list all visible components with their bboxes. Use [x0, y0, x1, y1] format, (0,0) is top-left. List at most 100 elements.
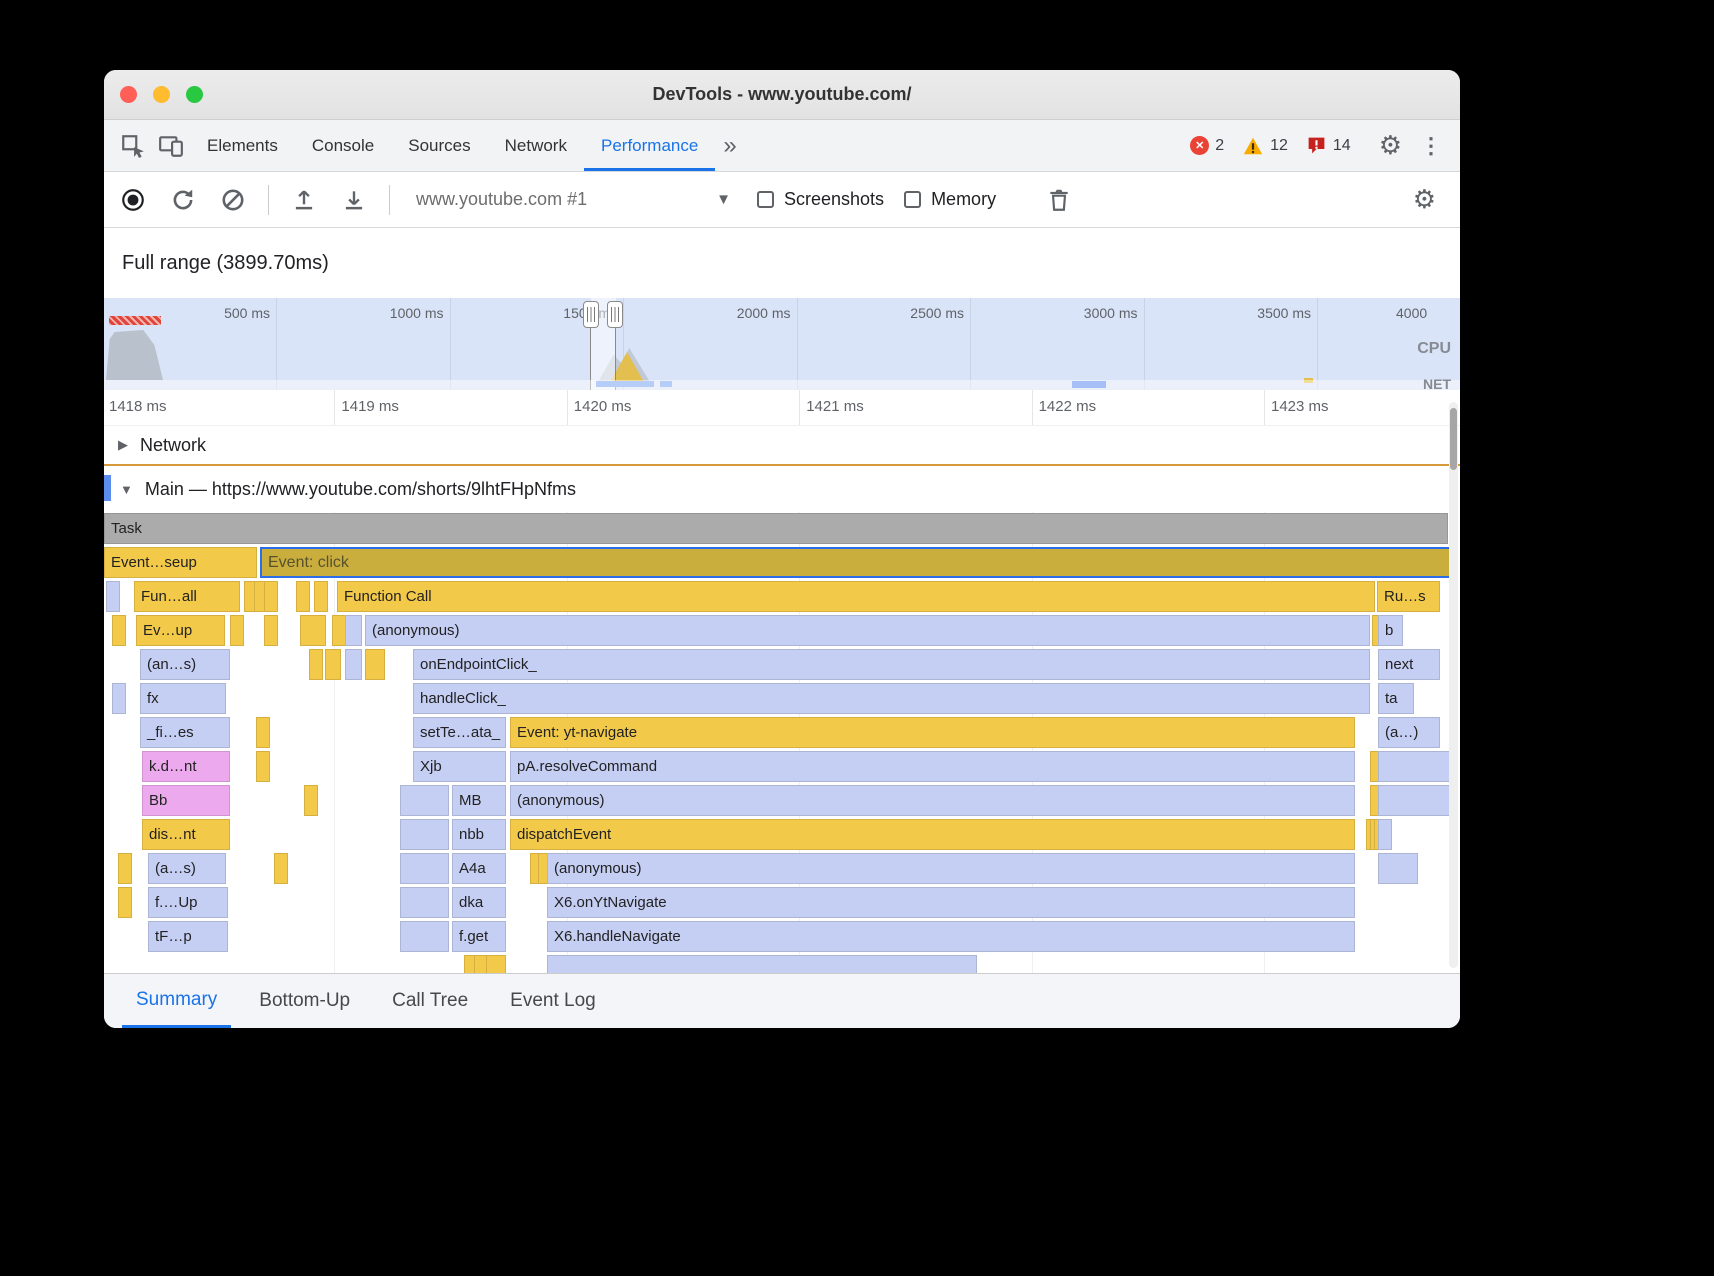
flame-bar[interactable]	[1378, 819, 1392, 850]
flame-bar-pa-resolvecommand[interactable]: pA.resolveCommand	[510, 751, 1355, 782]
save-profile-icon[interactable]	[339, 185, 369, 215]
flame-bar-sette-ata-[interactable]: setTe…ata_	[413, 717, 506, 748]
flame-bar[interactable]	[400, 887, 449, 918]
minimize-window-button[interactable]	[153, 86, 170, 103]
flame-bar-ta[interactable]: ta	[1378, 683, 1414, 714]
close-window-button[interactable]	[120, 86, 137, 103]
flame-bar-xjb[interactable]: Xjb	[413, 751, 506, 782]
flame-bar-x6-onytnavigate[interactable]: X6.onYtNavigate	[547, 887, 1355, 918]
flame-bar-a4a[interactable]: A4a	[452, 853, 506, 884]
flame-bar-function-call[interactable]: Function Call	[337, 581, 1375, 612]
flame-bar--a-s-[interactable]: (a…s)	[148, 853, 226, 884]
selection-right-handle[interactable]	[607, 301, 623, 328]
flame-bar--anonymous-[interactable]: (anonymous)	[547, 853, 1355, 884]
flame-bar[interactable]	[1378, 853, 1418, 884]
flame-bar-onendpointclick-[interactable]: onEndpointClick_	[413, 649, 1370, 680]
flame-bar[interactable]	[256, 751, 270, 782]
flame-bar[interactable]	[345, 615, 362, 646]
flame-bar[interactable]	[332, 615, 346, 646]
flame-bar-ru-s[interactable]: Ru…s	[1377, 581, 1440, 612]
flame-bar-dis-nt[interactable]: dis…nt	[142, 819, 230, 850]
profile-history-select[interactable]: www.youtube.com #1 ▼	[410, 189, 737, 210]
network-section-header[interactable]: ▶ Network	[104, 426, 1460, 466]
flame-bar--fi-es[interactable]: _fi…es	[140, 717, 230, 748]
flame-bar[interactable]	[1378, 751, 1452, 782]
flame-bar[interactable]	[400, 921, 449, 952]
memory-checkbox[interactable]: Memory	[904, 189, 996, 210]
scrollbar-thumb[interactable]	[1450, 408, 1457, 470]
flame-bar[interactable]	[264, 581, 278, 612]
flame-bar[interactable]	[1378, 785, 1452, 816]
flame-bar[interactable]	[400, 853, 449, 884]
tab-console[interactable]: Console	[295, 120, 391, 171]
tab-sources[interactable]: Sources	[391, 120, 487, 171]
flame-bar-fx[interactable]: fx	[140, 683, 226, 714]
inspect-element-icon[interactable]	[114, 128, 152, 164]
flame-bar[interactable]	[296, 581, 310, 612]
vertical-scrollbar[interactable]	[1449, 402, 1458, 968]
record-button[interactable]	[118, 185, 148, 215]
flame-bar-fun-all[interactable]: Fun…all	[134, 581, 240, 612]
flame-bar-next[interactable]: next	[1378, 649, 1440, 680]
warning-badge[interactable]: 12	[1242, 135, 1288, 157]
time-ruler[interactable]: 1418 ms1419 ms1420 ms1421 ms1422 ms1423 …	[104, 390, 1460, 426]
flame-bar-b[interactable]: b	[1378, 615, 1403, 646]
clear-button[interactable]	[218, 185, 248, 215]
flame-bar-handleclick-[interactable]: handleClick_	[413, 683, 1370, 714]
flame-bar[interactable]	[365, 649, 385, 680]
flame-bar-f-up[interactable]: f.…Up	[148, 887, 228, 918]
flame-chart[interactable]: TaskEvent…seupEvent: clickFun…allFunctio…	[104, 512, 1460, 973]
kebab-menu-icon[interactable]: ⋮	[1420, 133, 1442, 159]
flame-bar-tf-p[interactable]: tF…p	[148, 921, 228, 952]
device-toolbar-icon[interactable]	[152, 128, 190, 164]
flame-bar-event-yt-navigate[interactable]: Event: yt-navigate	[510, 717, 1355, 748]
collect-garbage-icon[interactable]	[1044, 185, 1074, 215]
reload-and-record-button[interactable]	[168, 185, 198, 215]
flame-bar[interactable]	[264, 615, 278, 646]
screenshots-checkbox[interactable]: Screenshots	[757, 189, 884, 210]
tab-bottom-up[interactable]: Bottom-Up	[245, 974, 364, 1028]
capture-settings-gear-icon[interactable]: ⚙	[1413, 184, 1436, 215]
flame-bar[interactable]	[112, 683, 126, 714]
flame-bar[interactable]	[118, 887, 132, 918]
flame-bar-dka[interactable]: dka	[452, 887, 506, 918]
flame-bar[interactable]	[274, 853, 288, 884]
selection-left-handle[interactable]	[583, 301, 599, 328]
flame-bar[interactable]	[345, 649, 362, 680]
issues-badge[interactable]: 14	[1306, 135, 1351, 156]
flame-bar-f-get[interactable]: f.get	[452, 921, 506, 952]
flame-bar--a-[interactable]: (a…)	[1378, 717, 1440, 748]
flame-bar-event-seup[interactable]: Event…seup	[104, 547, 257, 578]
flame-bar-dispatchevent[interactable]: dispatchEvent	[510, 819, 1355, 850]
tab-elements[interactable]: Elements	[190, 120, 295, 171]
flame-bar[interactable]	[112, 615, 126, 646]
tab-call-tree[interactable]: Call Tree	[378, 974, 482, 1028]
flame-bar-bb[interactable]: Bb	[142, 785, 230, 816]
flame-bar[interactable]	[309, 649, 323, 680]
tab-performance[interactable]: Performance	[584, 120, 715, 171]
flame-bar-x6-handlenavigate[interactable]: X6.handleNavigate	[547, 921, 1355, 952]
flame-bar[interactable]	[304, 785, 318, 816]
flame-bar[interactable]	[300, 615, 326, 646]
main-track-header[interactable]: ▼ Main — https://www.youtube.com/shorts/…	[104, 466, 1460, 512]
tab-event-log[interactable]: Event Log	[496, 974, 610, 1028]
collapsed-arrow-icon[interactable]: ▶	[118, 437, 128, 453]
load-profile-icon[interactable]	[289, 185, 319, 215]
flame-bar[interactable]	[400, 785, 449, 816]
more-tabs-icon[interactable]: »	[715, 132, 744, 160]
tab-network[interactable]: Network	[488, 120, 584, 171]
flame-bar[interactable]	[118, 853, 132, 884]
flame-bar[interactable]	[400, 819, 449, 850]
settings-gear-icon[interactable]: ⚙	[1379, 130, 1402, 161]
error-badge[interactable]: ✕ 2	[1190, 136, 1224, 155]
expanded-arrow-icon[interactable]: ▼	[120, 482, 133, 497]
flame-bar-task[interactable]: Task	[104, 513, 1448, 544]
flame-bar-ev-up[interactable]: Ev…up	[136, 615, 225, 646]
flame-bar[interactable]	[547, 955, 977, 973]
flame-bar[interactable]	[486, 955, 506, 973]
flame-bar[interactable]	[314, 581, 328, 612]
flame-bar[interactable]	[325, 649, 341, 680]
flame-bar-mb[interactable]: MB	[452, 785, 506, 816]
flame-bar-nbb[interactable]: nbb	[452, 819, 506, 850]
flame-bar--anonymous-[interactable]: (anonymous)	[365, 615, 1370, 646]
